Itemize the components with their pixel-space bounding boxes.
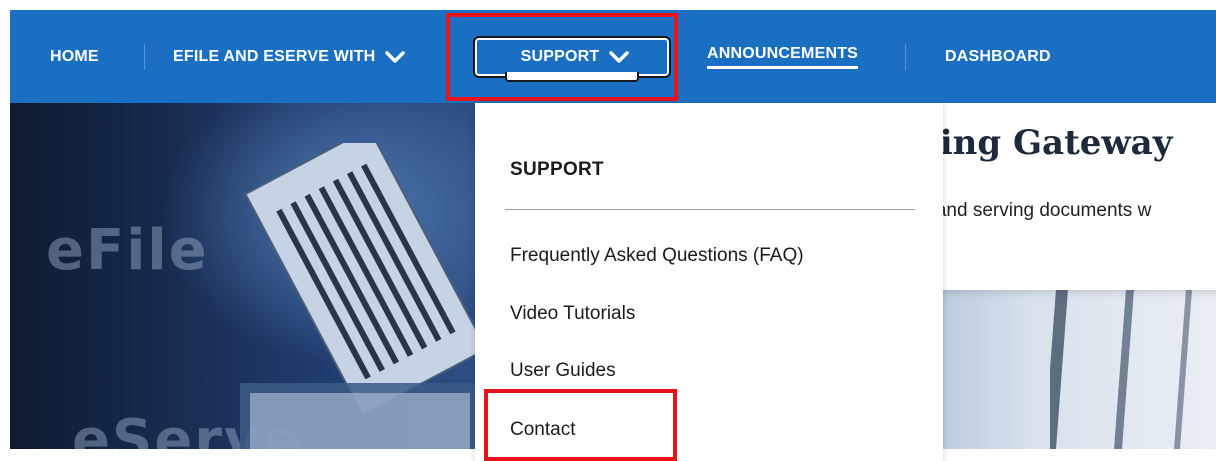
nav-dashboard[interactable]: DASHBOARD	[945, 10, 1051, 103]
nav-dashboard-label: DASHBOARD	[945, 47, 1051, 65]
active-tab-indicator	[505, 72, 639, 82]
nav-support[interactable]: SUPPORT	[473, 36, 671, 82]
nav-efile-label: EFILE AND ESERVE WITH	[173, 47, 376, 65]
menu-item-contact[interactable]: Contact	[510, 419, 575, 441]
hero-efile-word: eFile	[46, 218, 209, 283]
nav-efile-eserve[interactable]: EFILE AND ESERVE WITH	[173, 10, 406, 103]
menu-item-user-guides[interactable]: User Guides	[510, 360, 616, 382]
nav-announcements[interactable]: ANNOUNCEMENTS	[707, 10, 859, 103]
hero-subtitle: g and serving documents w	[920, 200, 1152, 221]
main-nav: HOME EFILE AND ESERVE WITH SUPPORT ANNOU…	[10, 10, 1216, 103]
dropdown-divider	[505, 209, 915, 210]
nav-home[interactable]: HOME	[50, 10, 99, 103]
menu-item-video-tutorials[interactable]: Video Tutorials	[510, 303, 635, 325]
menu-item-faq[interactable]: Frequently Asked Questions (FAQ)	[510, 245, 804, 267]
hero-heading: ving Gateway	[920, 123, 1173, 163]
chevron-down-icon	[609, 50, 630, 64]
chevron-down-icon	[385, 50, 406, 64]
dropdown-title: SUPPORT	[510, 159, 604, 180]
document-illustration	[240, 143, 480, 449]
nav-divider	[905, 44, 906, 70]
nav-home-label: HOME	[50, 47, 99, 65]
support-dropdown-menu: SUPPORT Frequently Asked Questions (FAQ)…	[475, 103, 943, 461]
nav-announcements-label: ANNOUNCEMENTS	[707, 45, 859, 69]
nav-support-label: SUPPORT	[520, 48, 600, 65]
nav-divider	[144, 44, 145, 70]
